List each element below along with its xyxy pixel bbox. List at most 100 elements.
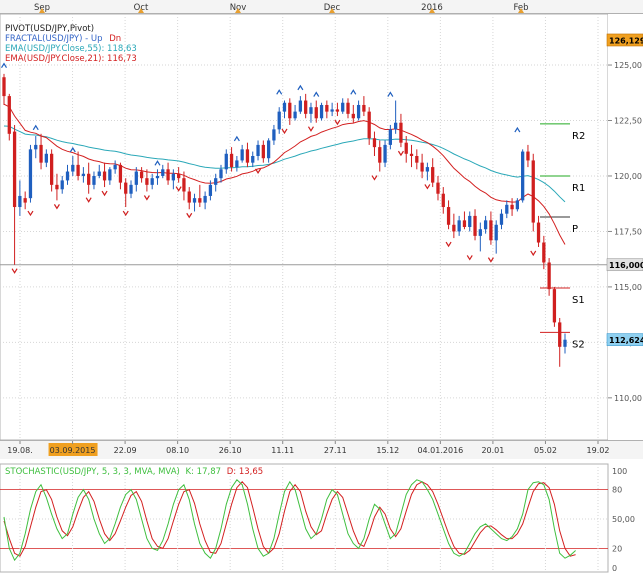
candle-body-down xyxy=(314,107,318,119)
candle-body-down xyxy=(409,153,414,156)
candle-body-down xyxy=(118,164,123,183)
date-tick-label: 11.11 xyxy=(271,446,294,455)
candle-body-up xyxy=(319,104,324,119)
date-axis[interactable]: 19.08. 03.09.2015 22.09 08.10 26.10 11.11 27.1… xyxy=(0,440,643,460)
candle-body-up xyxy=(161,169,165,176)
candle-body-up xyxy=(256,144,260,156)
candle-body-down xyxy=(552,289,557,323)
candle-body-up xyxy=(521,151,525,201)
candle-body-down xyxy=(441,193,445,208)
candle-body-down xyxy=(304,100,308,114)
candle-body-down xyxy=(420,162,424,172)
candle-body-down xyxy=(351,113,355,119)
oscillator-axis: 100 80 50,00 20 0 xyxy=(612,467,635,573)
candle-body-down xyxy=(124,182,128,194)
legend-fractal: FRACTAL(USD/JPY) - Up Dn xyxy=(5,34,137,44)
oscillator-frame xyxy=(0,463,609,573)
price-panel-frame xyxy=(0,13,609,441)
candle-body-down xyxy=(7,96,11,134)
candle-body-down xyxy=(39,144,43,163)
candle-body-down xyxy=(452,224,456,232)
candle-body-up xyxy=(356,104,361,119)
candle-body-up xyxy=(505,204,509,214)
candle-body-down xyxy=(415,156,419,163)
candle-body-up xyxy=(499,213,504,225)
candle-body-up xyxy=(113,164,117,170)
date-tick-label: 15.12 xyxy=(376,446,399,455)
price-badge-label: 116,000 xyxy=(609,261,643,270)
oscillator-tick-label: 20 xyxy=(612,544,622,553)
candle-body-down xyxy=(87,173,91,185)
legend-ema21: EMA(USD/JPY.Close,21): 116,73 xyxy=(5,54,137,64)
candle-body-up xyxy=(483,220,488,230)
date-tick-label: 03.09.2015 xyxy=(50,446,96,455)
candle-body-up xyxy=(81,173,86,176)
candle-body-up xyxy=(293,111,297,119)
candle-body-up xyxy=(219,169,223,179)
candle-body-down xyxy=(2,77,6,97)
candle-body-down xyxy=(346,102,350,114)
candle-body-down xyxy=(489,220,493,241)
candle-body-up xyxy=(34,144,38,150)
candle-body-down xyxy=(362,104,366,112)
candle-body-down xyxy=(145,178,149,185)
candle-body-up xyxy=(171,173,175,181)
date-tick-label: 04.01.2016 xyxy=(417,446,463,455)
candle-body-down xyxy=(102,171,107,181)
candle-body-up xyxy=(383,144,387,163)
candle-body-down xyxy=(198,198,202,203)
candle-body-down xyxy=(378,147,382,163)
candle-body-down xyxy=(12,131,17,208)
price-tick-label: 117,50 xyxy=(614,227,642,236)
candle-body-up xyxy=(203,195,207,203)
candle-body-down xyxy=(404,142,408,154)
candle-body-up xyxy=(150,178,154,185)
price-tick-label: 110,00 xyxy=(614,394,642,403)
candle-body-up xyxy=(108,169,112,181)
candle-body-down xyxy=(436,182,440,194)
candle-body-up xyxy=(192,198,197,203)
candle-body-up xyxy=(224,153,228,170)
oscillator-d-label: D: 13,65 xyxy=(226,467,264,477)
candle-body-down xyxy=(229,153,234,168)
price-panel[interactable]: R2 R1 P S1 S2 xyxy=(0,13,609,441)
price-axis[interactable]: 110,00112,50115,00117,50120,00122,50125,… xyxy=(606,14,643,440)
candle-body-down xyxy=(431,167,435,183)
pivot-label: R2 xyxy=(572,131,585,142)
chart-canvas[interactable]: R2 R1 P S1 S2 SepOctNovDec2016Feb 110,00 112,… xyxy=(0,0,643,576)
candle-body-up xyxy=(341,102,345,112)
candle-body-up xyxy=(44,153,48,163)
candle-body-up xyxy=(468,215,472,227)
candle-body-down xyxy=(325,104,329,112)
indicator-legend: PIVOT(USD/JPY,Pivot) FRACTAL(USD/JPY) - … xyxy=(5,24,137,64)
candle-body-up xyxy=(478,229,482,236)
date-tick-label: 22.09 xyxy=(114,446,137,455)
candle-body-down xyxy=(536,222,541,243)
pivot-label: S2 xyxy=(572,339,585,350)
candle-body-down xyxy=(542,242,546,263)
oscillator-panel[interactable]: 100 80 50,00 20 0 xyxy=(0,463,635,573)
candle-body-down xyxy=(372,138,377,148)
legend-fractal-dn: Dn xyxy=(109,34,122,44)
candle-body-up xyxy=(28,149,33,199)
candle-body-down xyxy=(335,109,340,112)
candle-body-up xyxy=(60,180,64,190)
candle-body-down xyxy=(288,102,292,119)
pivot-label: P xyxy=(572,224,578,235)
candle-body-up xyxy=(92,175,96,185)
candle-body-down xyxy=(526,151,530,161)
candle-body-down xyxy=(558,322,562,347)
candle-body-up xyxy=(208,184,213,196)
candle-body-up xyxy=(330,109,334,112)
candle-body-down xyxy=(182,178,186,192)
candle-body-up xyxy=(277,111,281,130)
candle-body-up xyxy=(457,220,461,232)
candle-body-down xyxy=(187,191,191,203)
price-tick-label: 122,50 xyxy=(614,117,642,126)
candle-body-up xyxy=(134,171,138,185)
price-tick-label: 125,00 xyxy=(614,61,642,70)
candle-body-down xyxy=(49,153,54,185)
legend-pivot: PIVOT(USD/JPY,Pivot) xyxy=(5,24,95,34)
candle-body-up xyxy=(240,149,244,161)
date-tick-label: 05.02 xyxy=(534,446,557,455)
